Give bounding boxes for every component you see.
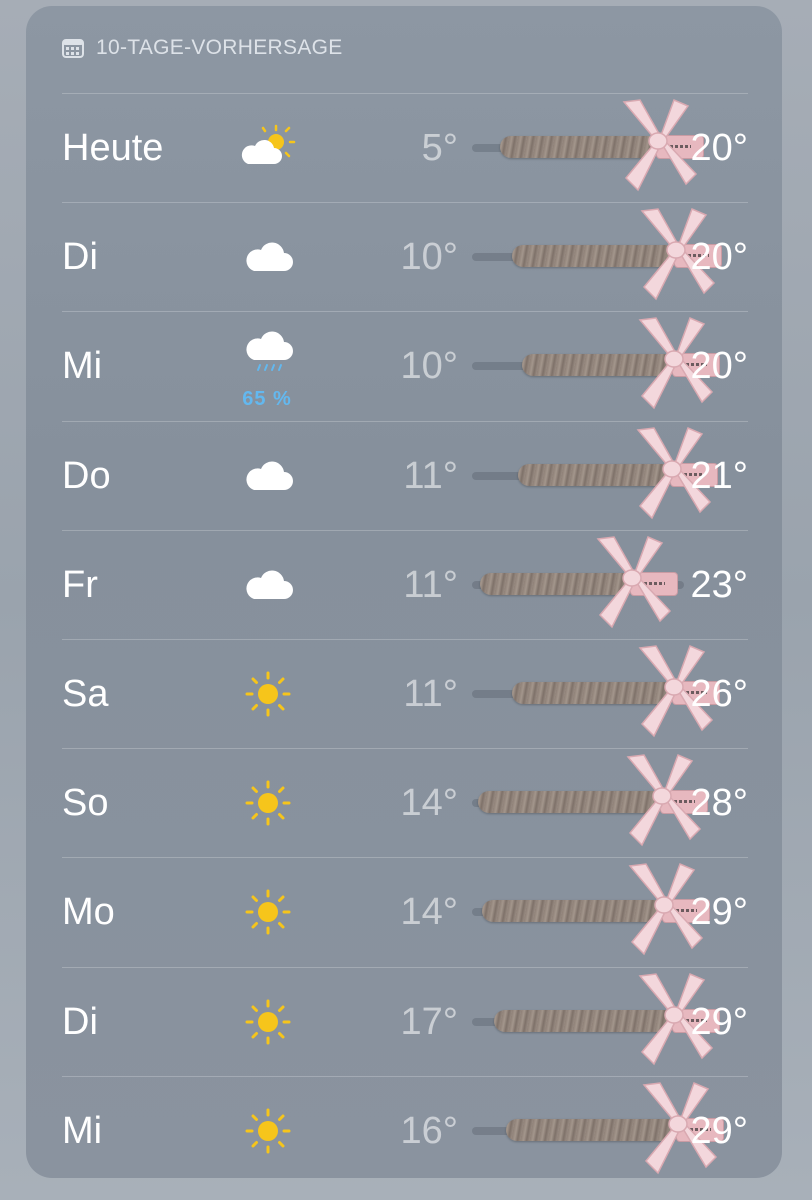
sun-icon [240,884,296,940]
high-temperature: 28° [690,782,748,825]
high-temperature: 20° [690,127,748,169]
day-label: Do [62,454,111,497]
day-label: Mi [62,345,103,388]
temperature-range-bar [472,253,722,261]
high-temperature: 29° [690,1000,748,1043]
forecast-row[interactable]: Heute 5° 20° [62,93,748,202]
cloud-icon [240,229,296,285]
temperature-range-bar [472,1127,724,1135]
forecast-title: 10-TAGE-VORHERSAGE [96,36,343,59]
low-temperature: 11° [403,454,458,497]
calendar-icon [62,39,84,58]
high-temperature: 20° [690,236,748,279]
sun-icon [240,775,296,831]
day-label: Mi [62,1109,103,1152]
temperature-range-bar [472,472,718,480]
cloud-icon [240,448,296,504]
forecast-row[interactable]: Fr 11° 23° [62,529,748,639]
temperature-range-bar [472,908,710,916]
rain-cloud-icon [240,326,296,382]
high-temperature: 21° [690,454,748,497]
day-label: Heute [62,127,164,169]
high-temperature: 29° [690,1109,748,1152]
day-label: Sa [62,673,109,715]
high-temperature: 26° [690,673,748,715]
forecast-row[interactable]: Mi 16° 29° [62,1075,748,1185]
forecast-row[interactable]: So 14° 28° [62,748,748,857]
low-temperature: 16° [400,1109,458,1152]
sun-icon [240,666,296,722]
high-temperature: 20° [690,345,748,388]
forecast-row[interactable]: Mo 14° 29° [62,857,748,966]
forecast-row[interactable]: Di 17° 29° [62,966,748,1076]
forecast-row[interactable]: Sa 11° 26° [62,639,748,748]
forecast-card: 10-TAGE-VORHERSAGE Heute 5° 20° Di 10° 20° Mi 6… [26,6,782,1178]
day-label: Fr [62,563,98,606]
forecast-row[interactable]: Do 11° 21° [62,420,748,530]
low-temperature: 17° [400,1000,458,1043]
day-label: Di [62,236,98,279]
low-temperature: 11° [403,673,458,715]
low-temperature: 14° [400,782,458,825]
sun-icon [240,1103,296,1159]
partly-sunny-icon [240,120,296,176]
forecast-row[interactable]: Di 10° 20° [62,202,748,311]
day-label: Di [62,1000,98,1043]
precipitation-chance: 65 % [242,388,292,411]
temperature-range-bar [472,144,704,152]
high-temperature: 23° [690,563,748,606]
high-temperature: 29° [690,891,748,934]
ribbon-bow-icon [614,98,700,194]
temperature-range-bar [472,1018,720,1026]
day-label: So [62,782,109,825]
sun-icon [240,994,296,1050]
low-temperature: 5° [421,127,458,169]
low-temperature: 10° [400,345,458,388]
temperature-range-bar [472,799,708,807]
temperature-range-bar [472,690,720,698]
low-temperature: 11° [403,563,458,606]
temperature-range-bar [472,581,684,589]
forecast-header: 10-TAGE-VORHERSAGE [62,34,343,62]
ribbon-bow-icon [588,535,674,631]
low-temperature: 10° [400,236,458,279]
day-label: Mo [62,891,115,934]
low-temperature: 14° [400,891,458,934]
forecast-row[interactable]: Mi 65 % 10° 20° [62,311,748,420]
cloud-icon [240,557,296,613]
temperature-range-bar [472,362,720,370]
